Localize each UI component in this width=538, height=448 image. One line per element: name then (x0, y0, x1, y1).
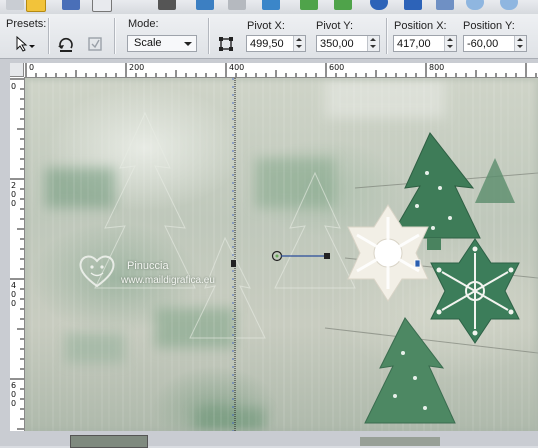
ruler-corner (10, 63, 24, 77)
print-icon[interactable] (158, 0, 176, 10)
mode-dropdown[interactable]: Scale (127, 35, 197, 52)
mode-label: Mode: (128, 18, 159, 30)
fit-icon[interactable] (436, 0, 454, 10)
apply-icon (88, 37, 102, 51)
horizontal-ruler[interactable]: 0 200 400 600 800 (24, 63, 538, 78)
redo-icon[interactable] (334, 0, 352, 10)
tool-options-bar: Presets: Mode: Scale Pivot X: 499,50 Piv… (0, 14, 538, 59)
reset-button[interactable] (55, 34, 77, 54)
pivot-y-value: 350,00 (320, 38, 354, 50)
layer-thumbnail[interactable] (360, 437, 440, 446)
ruler-ticks (25, 63, 537, 77)
watermark: Pinuccia www.maildigrafica.eu (77, 248, 237, 308)
position-y-field[interactable]: -60,00 (463, 35, 527, 52)
separator (208, 18, 210, 54)
separator (386, 18, 388, 54)
arrow-cursor-icon (16, 35, 35, 52)
export-icon[interactable] (92, 0, 112, 12)
ruler-label: 200 (11, 181, 17, 208)
presets-picker[interactable] (14, 34, 36, 54)
layer-thumbnail[interactable] (70, 435, 148, 448)
position-x-label: Position X: (394, 20, 447, 32)
crop-icon[interactable] (228, 0, 246, 10)
pivot-y-label: Pivot Y: (316, 20, 354, 32)
cursor-icon[interactable] (196, 0, 214, 10)
zoom-in-icon[interactable] (500, 0, 518, 10)
reset-icon (58, 37, 73, 52)
presets-label: Presets: (6, 18, 47, 30)
menu-icon[interactable] (6, 0, 24, 10)
ruler-label: 600 (11, 381, 17, 408)
rotation-handle[interactable] (324, 253, 330, 259)
help-icon[interactable] (370, 0, 388, 10)
heart-logo-icon (79, 255, 115, 288)
vertical-ruler[interactable]: 0 200 400 600 (10, 77, 25, 446)
ruler-label: 200 (129, 63, 145, 72)
pivot-x-field[interactable]: 499,50 (246, 35, 306, 52)
spinner-arrows-icon[interactable] (444, 36, 456, 51)
floppy-icon[interactable] (62, 0, 80, 10)
layer-icon[interactable] (262, 0, 280, 10)
position-x-value: 417,00 (397, 38, 431, 50)
position-y-label: Position Y: (463, 20, 515, 32)
ruler-label: 400 (11, 281, 17, 308)
separator (114, 18, 116, 54)
apply-button[interactable] (84, 34, 106, 54)
ruler-label: 0 (11, 82, 17, 91)
ruler-label: 800 (429, 63, 445, 72)
image-canvas[interactable]: Pinuccia www.maildigrafica.eu (25, 78, 538, 431)
chevron-down-icon (184, 42, 192, 46)
ruler-label: 400 (229, 63, 245, 72)
transform-handle-right[interactable] (414, 259, 421, 268)
mode-value: Scale (134, 37, 162, 49)
separator (48, 18, 50, 54)
pivot-y-field[interactable]: 350,00 (316, 35, 380, 52)
main-toolbar (0, 0, 538, 15)
ruler-label: 0 (29, 63, 35, 72)
ruler-label: 600 (329, 63, 345, 72)
watermark-site: www.maildigrafica.eu (121, 275, 215, 286)
position-y-value: -60,00 (467, 38, 499, 50)
pivot-x-value: 499,50 (250, 38, 284, 50)
position-x-field[interactable]: 417,00 (393, 35, 457, 52)
pivot-toggle-button[interactable] (215, 34, 237, 54)
undo-icon[interactable] (300, 0, 318, 10)
pivot-icon (219, 37, 233, 51)
watermark-name: Pinuccia (127, 260, 169, 272)
grid-icon[interactable] (404, 0, 422, 10)
pivot-x-label: Pivot X: (247, 20, 285, 32)
spinner-arrows-icon[interactable] (293, 36, 305, 51)
spinner-arrows-icon[interactable] (514, 36, 526, 51)
zoom-icon[interactable] (466, 0, 484, 10)
spinner-arrows-icon[interactable] (367, 36, 379, 51)
folder-icon[interactable] (26, 0, 46, 12)
